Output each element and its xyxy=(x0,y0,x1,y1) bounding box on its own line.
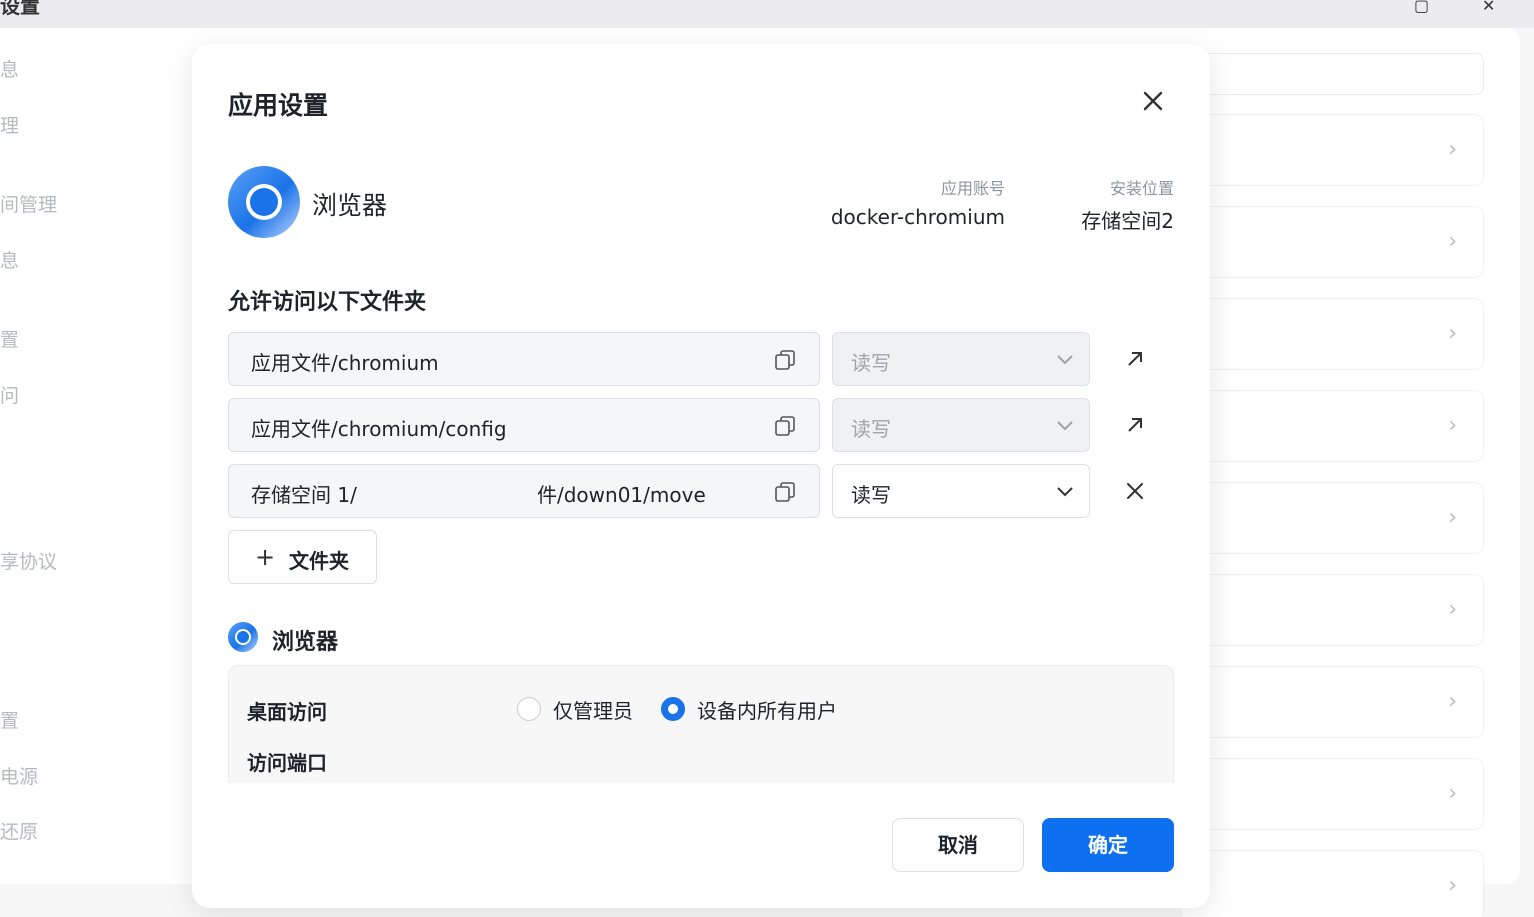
folders-section-title: 允许访问以下文件夹 xyxy=(228,290,427,315)
chevron-down-icon xyxy=(1057,355,1073,365)
folder-path-field: 存储空间 1/ 件/down01/move xyxy=(228,464,820,518)
browser-small-icon xyxy=(228,622,258,652)
background-list-row[interactable]: › xyxy=(1180,574,1484,646)
window-close-icon[interactable]: ✕ xyxy=(1482,0,1495,15)
location-value: 存储空间2 xyxy=(1081,209,1174,233)
location-label: 安装位置 xyxy=(1109,179,1174,198)
chevron-down-icon xyxy=(1057,421,1073,431)
chevron-right-icon: › xyxy=(1448,321,1457,346)
background-list-row[interactable]: › xyxy=(1180,206,1484,278)
background-scrollbar[interactable] xyxy=(1524,30,1534,917)
chevron-right-icon: › xyxy=(1448,137,1457,162)
folder-path-end: 件/down01/move xyxy=(537,483,706,507)
folder-path: 应用文件/chromium/config xyxy=(251,417,507,441)
radio-all-users[interactable] xyxy=(661,697,685,721)
account-label: 应用账号 xyxy=(940,179,1005,198)
app-settings-dialog: 应用设置 浏览器 应用账号 docker-chromium 安装位置 存储空间2… xyxy=(192,44,1210,908)
background-sidebar-item[interactable]: 电源 xyxy=(0,762,38,789)
background-list-row[interactable]: › xyxy=(1180,666,1484,738)
background-list-row[interactable]: › xyxy=(1180,482,1484,554)
background-window-title: 设置 xyxy=(0,0,40,18)
chevron-right-icon: › xyxy=(1448,505,1457,530)
folder-path-field: 应用文件/chromium xyxy=(228,332,820,386)
access-port-label: 访问端口 xyxy=(247,751,327,775)
permission-select: 读写 xyxy=(832,332,1090,386)
background-titlebar: 设置 ▢ ✕ xyxy=(0,0,1534,28)
browser-app-icon xyxy=(228,166,300,238)
cancel-button[interactable]: 取消 xyxy=(892,818,1024,872)
open-link-icon xyxy=(1128,352,1142,366)
open-link-icon xyxy=(1128,418,1142,432)
chevron-right-icon: › xyxy=(1448,229,1457,254)
background-sidebar-item[interactable]: 息 xyxy=(0,55,19,82)
confirm-button[interactable]: 确定 xyxy=(1042,818,1174,872)
open-folder-button[interactable] xyxy=(1120,410,1150,440)
copy-icon[interactable] xyxy=(773,348,797,372)
permission-value: 读写 xyxy=(851,351,891,375)
chevron-right-icon: › xyxy=(1448,781,1457,806)
permission-select[interactable]: 读写 xyxy=(832,464,1090,518)
remove-icon xyxy=(1127,483,1143,499)
background-sidebar-item[interactable]: 问 xyxy=(0,381,19,408)
permission-value: 读写 xyxy=(851,417,891,441)
permission-select: 读写 xyxy=(832,398,1090,452)
desktop-access-label: 桌面访问 xyxy=(247,700,327,724)
background-list-row[interactable]: › xyxy=(1180,758,1484,830)
copy-icon[interactable] xyxy=(773,480,797,504)
background-sidebar-item[interactable]: 还原 xyxy=(0,817,38,844)
background-search-box[interactable] xyxy=(1200,53,1484,95)
background-sidebar-item[interactable]: 享协议 xyxy=(0,547,57,574)
add-folder-label: 文件夹 xyxy=(289,549,349,573)
folder-path-field: 应用文件/chromium/config xyxy=(228,398,820,452)
chevron-down-icon xyxy=(1057,487,1073,497)
permission-value: 读写 xyxy=(851,483,891,507)
background-sidebar-item[interactable]: 息 xyxy=(0,246,19,273)
chevron-right-icon: › xyxy=(1448,597,1457,622)
background-sidebar-item[interactable]: 理 xyxy=(0,111,19,138)
add-folder-button[interactable]: + 文件夹 xyxy=(228,530,377,584)
remove-folder-button[interactable] xyxy=(1120,476,1150,506)
dialog-close-button[interactable] xyxy=(1138,86,1168,116)
background-list-row[interactable]: › xyxy=(1180,390,1484,462)
app-section-title: 浏览器 xyxy=(272,630,339,655)
radio-admin-only[interactable] xyxy=(517,697,541,721)
background-list-row[interactable]: › xyxy=(1180,114,1484,186)
background-sidebar-item[interactable]: 置 xyxy=(0,325,19,352)
background-list-row[interactable]: › xyxy=(1180,850,1484,917)
chevron-right-icon: › xyxy=(1448,413,1457,438)
radio-all-users-label[interactable]: 设备内所有用户 xyxy=(697,695,837,724)
dialog-title: 应用设置 xyxy=(228,91,329,120)
background-sidebar-item[interactable]: 置 xyxy=(0,706,19,733)
background-sidebar-item[interactable]: 间管理 xyxy=(0,190,57,217)
chevron-right-icon: › xyxy=(1448,873,1457,898)
background-list-row[interactable]: › xyxy=(1180,298,1484,370)
radio-admin-only-label[interactable]: 仅管理员 xyxy=(553,695,633,724)
open-folder-button[interactable] xyxy=(1120,344,1150,374)
folder-path: 应用文件/chromium xyxy=(251,351,439,375)
app-name: 浏览器 xyxy=(312,191,388,220)
maximize-icon[interactable]: ▢ xyxy=(1414,0,1429,15)
app-settings-box: 桌面访问 仅管理员 设备内所有用户 访问端口 xyxy=(228,665,1174,783)
chevron-right-icon: › xyxy=(1448,689,1457,714)
plus-icon: + xyxy=(255,543,276,571)
folder-path-start: 存储空间 1/ xyxy=(251,483,357,507)
copy-icon[interactable] xyxy=(773,414,797,438)
close-icon xyxy=(1143,91,1163,111)
account-value: docker-chromium xyxy=(830,205,1005,229)
